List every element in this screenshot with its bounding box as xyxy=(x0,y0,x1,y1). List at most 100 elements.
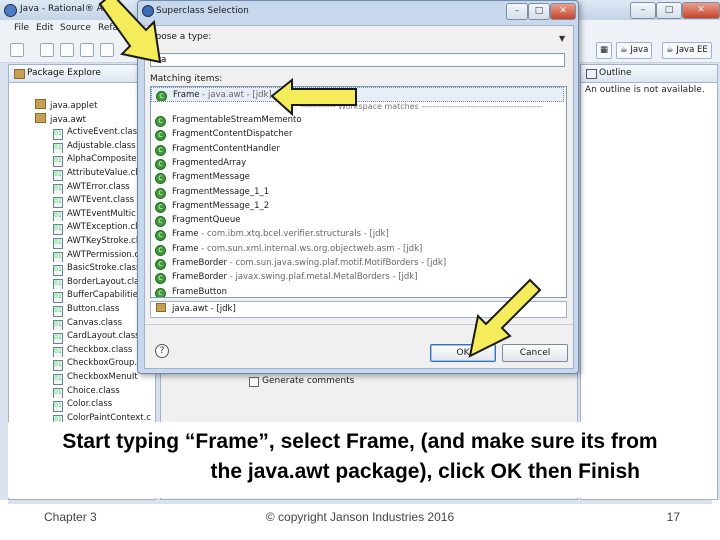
perspective-java-ee[interactable]: ☕ Java EE xyxy=(662,42,712,59)
result-row[interactable]: C FragmentedArray xyxy=(151,156,564,171)
result-type-name: FragmentMessage_1_1 xyxy=(172,186,270,197)
type-search-input[interactable] xyxy=(150,53,565,67)
tree-item-label: CardLayout.class xyxy=(67,331,140,342)
outline-tab-label: Outline xyxy=(599,68,632,78)
result-type-name: FragmentContentHandler xyxy=(172,143,280,154)
tree-class-row[interactable]: 01 Color.class xyxy=(53,398,155,412)
result-row[interactable]: C Frame - com.ibm.xtq.bcel.verifier.struc… xyxy=(151,227,564,242)
menu-edit[interactable]: Edit xyxy=(36,23,53,33)
class-file-icon: 01 xyxy=(53,129,63,140)
help-icon[interactable]: ? xyxy=(155,344,169,358)
tree-item-label: AWTException.cl xyxy=(67,222,138,233)
arrow-to-ok-button-shape xyxy=(468,278,542,358)
result-type-name: Frame xyxy=(172,229,199,240)
class-icon: C xyxy=(155,287,166,297)
result-type-name: FrameBorder xyxy=(172,272,227,283)
class-file-icon: 01 xyxy=(53,292,63,303)
open-perspective-icon[interactable]: ▦ xyxy=(596,42,613,59)
tree-item-label: CheckboxGroup.c xyxy=(67,358,142,369)
eclipse-app-icon xyxy=(4,4,17,17)
tree-item-label: AttributeValue.cl xyxy=(67,168,138,178)
package-explorer-icon xyxy=(14,69,25,79)
package-icon xyxy=(35,112,46,123)
class-icon: C xyxy=(155,244,166,256)
result-type-name: FragmentMessage_1_2 xyxy=(172,200,270,211)
class-icon: C xyxy=(155,173,166,185)
view-menu-icon[interactable]: ▼ xyxy=(559,34,565,43)
generate-comments-label: Generate comments xyxy=(262,376,355,386)
class-file-icon: 01 xyxy=(53,319,63,331)
tree-item-label: BasicStroke.class xyxy=(67,263,141,274)
class-file-icon: 01 xyxy=(53,346,63,358)
result-type-name: Frame xyxy=(173,90,200,100)
menu-file[interactable]: File xyxy=(14,23,29,33)
arrow-to-frame-item xyxy=(270,78,357,117)
class-file-icon: 01 xyxy=(53,306,63,317)
class-icon: C xyxy=(155,187,166,199)
class-file-icon: 01 xyxy=(53,278,63,290)
footer-copyright: © copyright Janson Industries 2016 xyxy=(265,510,455,524)
menu-source[interactable]: Source xyxy=(60,23,91,33)
tree-item-label: AWTEventMultic xyxy=(67,208,136,219)
class-icon: C xyxy=(155,144,166,156)
class-icon: C xyxy=(155,158,166,170)
tree-item-label: Adjustable.class xyxy=(67,140,136,151)
tree-item-label: AWTKeyStroke.cl xyxy=(67,236,139,246)
class-icon: C xyxy=(155,273,166,285)
result-row[interactable]: C FragmentMessage_1_2 xyxy=(151,199,564,214)
class-icon: C xyxy=(155,201,166,213)
result-type-name: FrameBorder xyxy=(172,258,227,268)
tree-item-label: AWTEvent.class xyxy=(67,195,135,206)
tree-item-label: AWTPermission.c xyxy=(67,249,140,260)
result-qualifier: - java.awt - [jdk] xyxy=(199,90,272,100)
generate-comments-checkbox[interactable] xyxy=(249,377,259,387)
class-icon: C xyxy=(155,216,166,228)
close-button[interactable]: ✕ xyxy=(682,2,720,19)
perspective-java-label: Java xyxy=(630,45,649,55)
class-file-icon: 01 xyxy=(53,238,63,249)
minimize-button[interactable]: – xyxy=(630,2,656,19)
arrow-to-input xyxy=(98,0,162,64)
result-type-name: FragmentedArray xyxy=(172,157,247,168)
class-file-icon: 01 xyxy=(53,360,63,371)
class-file-icon: 01 xyxy=(53,333,63,344)
save-icon[interactable] xyxy=(40,43,54,57)
maximize-button[interactable]: □ xyxy=(656,2,682,19)
result-row[interactable]: C Frame - com.sun.xml.internal.ws.org.obj… xyxy=(151,242,564,257)
tree-item-label: AWTError.class xyxy=(67,181,130,192)
tree-item-label: Checkbox.class xyxy=(67,344,133,355)
tree-item-label: Color.class xyxy=(67,399,113,410)
caption-line-1: Start typing “Frame”, select Frame, (and… xyxy=(62,430,658,453)
dialog-close-button[interactable]: ✕ xyxy=(550,3,576,20)
tree-item-label: AlphaComposite xyxy=(67,154,137,165)
class-file-icon: 01 xyxy=(53,251,63,263)
result-qualifier: - com.sun.xml.internal.ws.org.objectweb.… xyxy=(198,243,423,254)
result-type-name: FrameButton xyxy=(172,286,227,297)
class-file-icon: 01 xyxy=(53,401,63,412)
result-row[interactable]: C FragmentContentHandler xyxy=(151,142,564,157)
class-file-icon: 01 xyxy=(53,265,63,276)
save-all-icon[interactable] xyxy=(60,43,74,57)
result-row[interactable]: C FragmentMessage xyxy=(151,170,564,185)
result-row[interactable]: C FragmentQueue xyxy=(151,213,564,228)
result-type-name: FragmentQueue xyxy=(172,215,241,226)
result-qualifier: - com.ibm.xtq.bcel.verifier.structurals … xyxy=(198,229,389,240)
tree-item-label: java.awt xyxy=(50,114,87,125)
tree-class-row[interactable]: 01 Choice.class xyxy=(53,385,155,399)
footer-strip xyxy=(8,500,712,504)
qualifier-text: java.awt - [jdk] xyxy=(172,304,236,314)
perspective-java-ee-label: Java EE xyxy=(676,45,708,55)
package-icon xyxy=(156,303,166,312)
tree-item-label: BufferCapabilitie xyxy=(67,290,138,301)
dialog-minimize-button[interactable]: – xyxy=(506,3,528,20)
result-row[interactable]: C FragmentMessage_1_1 xyxy=(151,185,564,200)
result-row[interactable]: C FragmentContentDispatcher xyxy=(151,127,564,142)
result-row[interactable]: C FrameBorder - com.sun.java.swing.plaf.m… xyxy=(151,256,564,271)
outline-tab[interactable]: Outline xyxy=(581,65,717,83)
tree-item-label: Button.class xyxy=(67,304,120,314)
new-icon[interactable] xyxy=(10,43,24,57)
dialog-maximize-button[interactable]: □ xyxy=(528,3,550,20)
arrow-to-frame-item-shape xyxy=(270,78,357,117)
outline-message: An outline is not available. xyxy=(585,85,705,95)
perspective-java[interactable]: ☕ Java xyxy=(616,42,653,59)
